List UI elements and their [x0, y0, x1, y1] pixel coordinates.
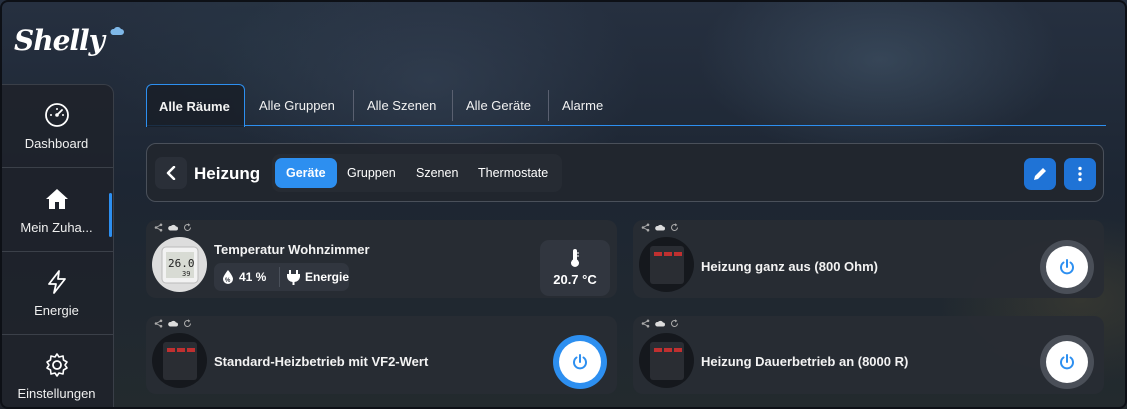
power-icon [1060, 354, 1074, 370]
device-card[interactable]: Standard-Heizbetrieb mit VF2-Wert [146, 316, 617, 394]
sync-icon [184, 318, 191, 327]
humidity-drop-icon: % [223, 270, 233, 284]
card-status-icons [633, 219, 679, 235]
thermometer-icon [571, 249, 579, 267]
power-toggle[interactable] [1040, 335, 1094, 389]
card-status-icons [633, 315, 679, 331]
back-button[interactable] [155, 157, 187, 189]
device-image-relay [639, 237, 694, 292]
svg-text:%: % [225, 278, 231, 284]
power-icon [573, 354, 587, 370]
sidebar-item-label: Dashboard [24, 135, 89, 151]
sidebar-item-dashboard[interactable]: Dashboard [0, 85, 113, 168]
energy-label: Energie [304, 270, 349, 284]
sidebar-item-einstellungen[interactable]: Einstellungen [0, 335, 113, 409]
device-image-relay [639, 333, 694, 388]
tab-alarme[interactable]: Alarme [550, 84, 615, 126]
device-name: Standard-Heizbetrieb mit VF2-Wert [214, 354, 429, 369]
device-card[interactable]: Heizung Dauerbetrieb an (8000 R) [633, 316, 1104, 394]
device-card[interactable]: Heizung ganz aus (800 Ohm) [633, 220, 1104, 298]
share-icon [641, 223, 650, 231]
sensor-readings: % 41 % Energie [214, 263, 349, 291]
sidebar-item-mein-zuhause[interactable]: Mein Zuha... [0, 169, 113, 252]
subtab-thermostate[interactable]: Thermostate [478, 154, 548, 192]
share-icon [154, 223, 163, 231]
cloud-icon [655, 224, 665, 230]
room-title: Heizung [194, 164, 261, 183]
device-image-relay [152, 333, 207, 388]
sidebar-item-label: Energie [34, 302, 79, 318]
pencil-icon [1034, 168, 1046, 180]
chevron-left-icon [166, 166, 176, 180]
more-vertical-icon [1078, 166, 1082, 182]
tab-alle-geraete[interactable]: Alle Geräte [454, 84, 543, 126]
sync-icon [671, 318, 678, 327]
subtab-gruppen[interactable]: Gruppen [347, 154, 396, 192]
device-name: Heizung ganz aus (800 Ohm) [701, 259, 878, 274]
temperature-value: 20.7 °C [553, 272, 597, 287]
sidebar-item-label: Mein Zuha... [20, 219, 93, 235]
card-status-icons [146, 315, 192, 331]
divider [278, 267, 280, 287]
energy-reading: Energie [286, 269, 349, 285]
tab-alle-raeume[interactable]: Alle Räume [146, 84, 245, 127]
power-toggle[interactable] [553, 335, 607, 389]
share-icon [154, 319, 163, 327]
lightning-icon [47, 269, 66, 294]
share-icon [641, 319, 650, 327]
main-tabs: Alle Räume Alle Gruppen Alle Szenen Alle… [146, 84, 1106, 127]
room-header: Heizung Geräte Gruppen Szenen Thermostat… [146, 143, 1104, 202]
sidebar: Dashboard Mein Zuha... Energie Einstellu… [0, 84, 114, 409]
device-name: Heizung Dauerbetrieb an (8000 R) [701, 354, 909, 369]
sync-icon [671, 222, 678, 231]
power-toggle[interactable] [1040, 240, 1094, 294]
sensor-display-temp: 26.0 [168, 257, 195, 270]
subtab-geraete[interactable]: Geräte [275, 158, 337, 188]
cloud-icon [168, 224, 178, 230]
device-card[interactable]: 26.0 39 Temperatur Wohnzimmer % 41 % Ener… [146, 220, 617, 298]
cloud-icon [110, 27, 124, 35]
sidebar-item-energie[interactable]: Energie [0, 252, 113, 335]
tab-alle-gruppen[interactable]: Alle Gruppen [247, 84, 347, 126]
tab-divider [353, 90, 354, 121]
humidity-reading: % 41 % [221, 269, 273, 285]
room-subtabs: Geräte Gruppen Szenen Thermostate [272, 154, 562, 192]
humidity-value: 41 % [239, 270, 267, 284]
sync-icon [184, 222, 191, 231]
cloud-icon [655, 320, 665, 326]
cloud-icon [168, 320, 178, 326]
tab-divider [452, 90, 453, 121]
device-image-sensor: 26.0 39 [152, 237, 207, 292]
edit-button[interactable] [1024, 158, 1056, 190]
plug-icon [286, 270, 300, 285]
card-status-icons [146, 219, 192, 235]
sidebar-item-label: Einstellungen [17, 386, 96, 401]
gauge-icon [44, 102, 69, 127]
shelly-logo: Shelly [14, 24, 105, 57]
more-options-button[interactable] [1064, 158, 1096, 190]
tab-alle-szenen[interactable]: Alle Szenen [355, 84, 448, 126]
active-indicator [109, 193, 112, 237]
tab-divider [548, 90, 549, 121]
subtab-szenen[interactable]: Szenen [416, 154, 458, 192]
power-icon [1060, 259, 1074, 275]
temperature-reading: 20.7 °C [540, 240, 610, 296]
sensor-display-humidity: 39 [182, 270, 190, 278]
device-name: Temperatur Wohnzimmer [214, 242, 370, 257]
home-icon [45, 188, 68, 209]
gear-icon [45, 353, 68, 377]
